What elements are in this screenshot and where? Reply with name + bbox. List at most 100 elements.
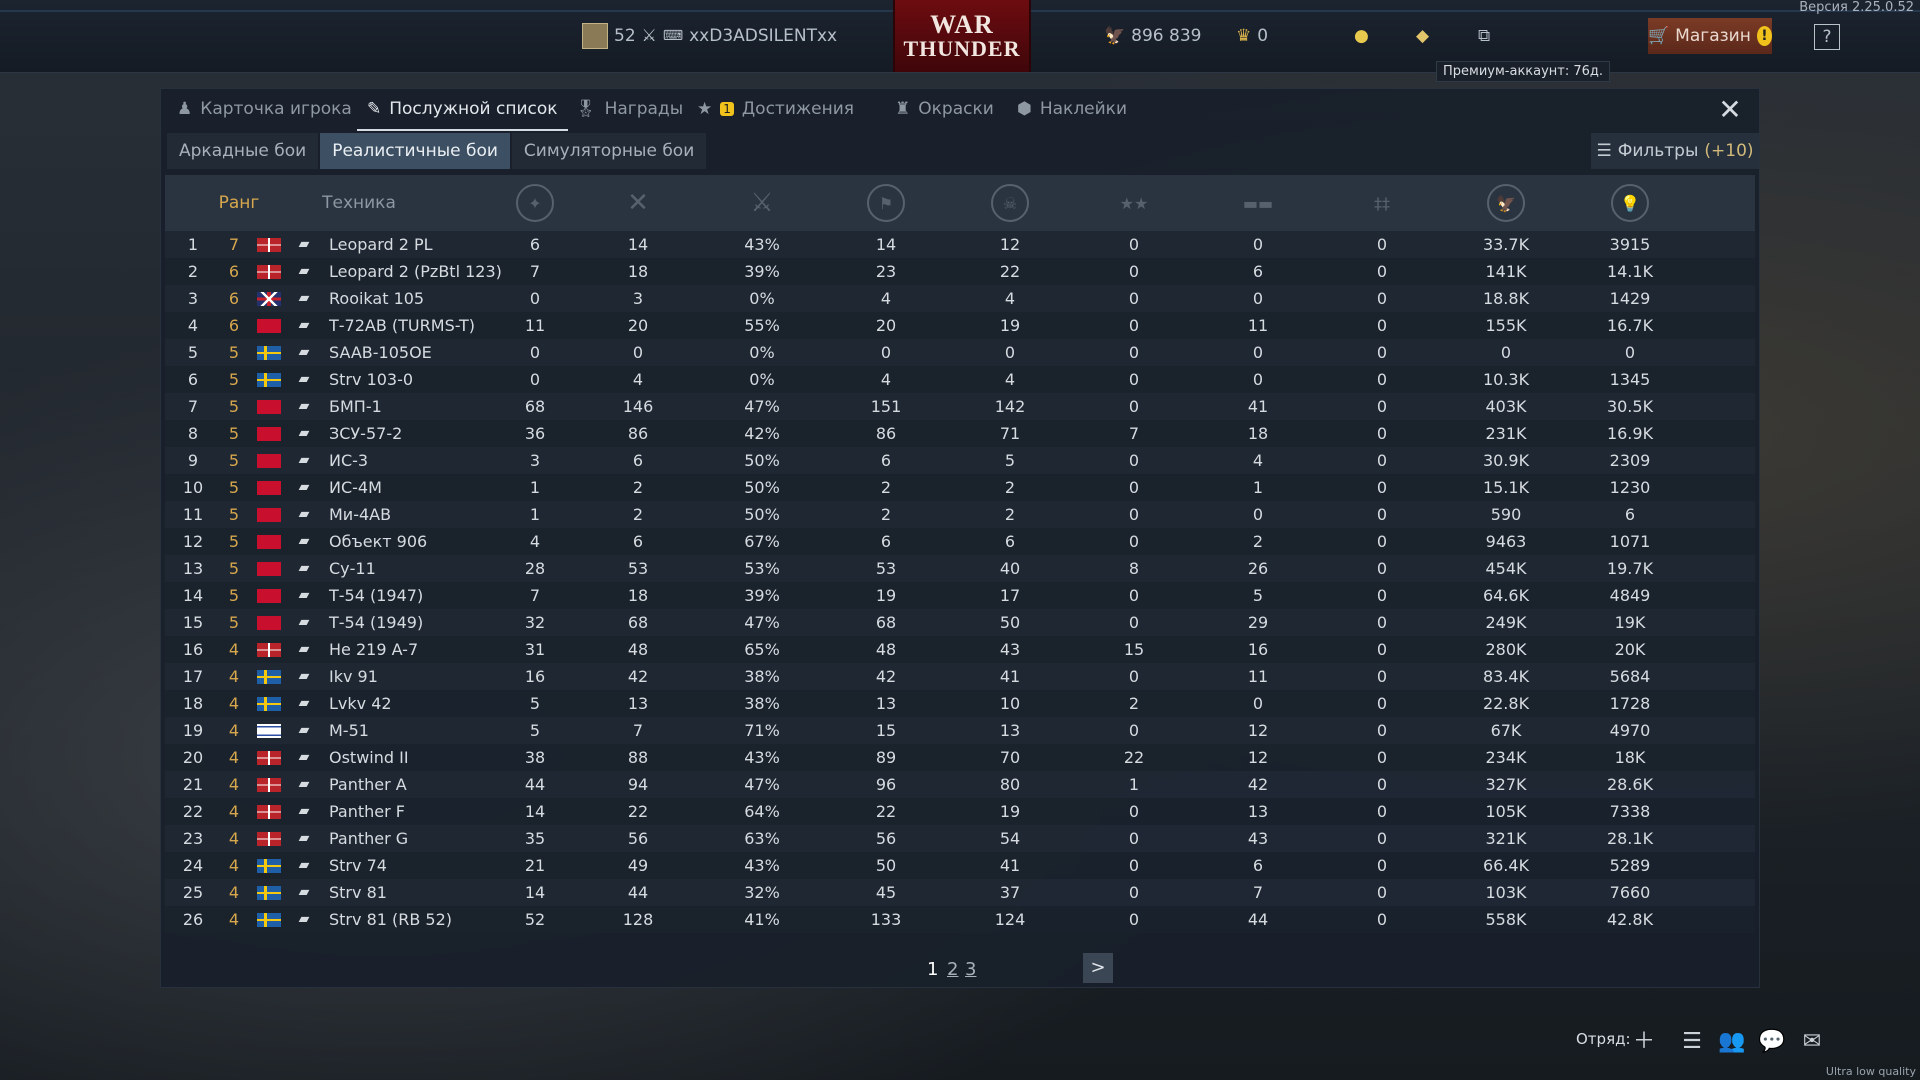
- table-row[interactable]: 8 5 ▰ ЗСУ-57-2 36 86 42% 86 71 7 18 0 231K 16.9K: [165, 420, 1755, 447]
- winrate-header-icon[interactable]: ⚔: [712, 175, 812, 231]
- table-row[interactable]: 7 5 ▰ БМП-1 68 146 47% 151 142 0 41 0 403K 30.5K: [165, 393, 1755, 420]
- air-kills-header-icon[interactable]: ★★: [1084, 175, 1184, 231]
- victories-header-icon[interactable]: ✦: [485, 175, 585, 231]
- chat-icon[interactable]: 💬: [1758, 1028, 1786, 1056]
- add-squad-member-icon[interactable]: ＋: [1630, 1028, 1658, 1056]
- row-number: 10: [182, 478, 204, 497]
- stat-cell: 16: [524, 667, 546, 686]
- table-row[interactable]: 16 4 ▰ He 219 A-7 31 48 65% 48 43 15 16 0 280K 20K: [165, 636, 1755, 663]
- shop-button[interactable]: 🛒 Магазин !: [1648, 18, 1772, 54]
- stat-cell: 4970: [1609, 721, 1651, 740]
- table-row[interactable]: 1 7 ▰ Leopard 2 PL 6 14 43% 14 12 0 0 0 33.7K 3915: [165, 231, 1755, 258]
- vehicle-header[interactable]: Техника: [299, 175, 419, 231]
- bottom-bar: Отряд: ＋ ☰ 👥 💬 ✉ Ultra low quality: [0, 1014, 1920, 1080]
- stat-cell: 7: [1252, 883, 1264, 902]
- table-row[interactable]: 2 6 ▰ Leopard 2 (PzBtl 123) 7 18 39% 23 22 0 6 0 141…: [165, 258, 1755, 285]
- table-row[interactable]: 13 5 ▰ Су-11 28 53 53% 53 40 8 26 0 454K 19.7K: [165, 555, 1755, 582]
- country-flag-icon: [257, 886, 281, 900]
- stat-cell: 7338: [1609, 802, 1651, 821]
- avatar[interactable]: [582, 23, 608, 49]
- vehicle-type-icon: ▰: [298, 695, 310, 711]
- table-row[interactable]: 25 4 ▰ Strv 81 14 44 32% 45 37 0 7 0 103K 7660: [165, 879, 1755, 906]
- tab-decals[interactable]: ⬢ Наклейки: [1017, 89, 1127, 129]
- stat-cell: 16.7K: [1606, 316, 1654, 335]
- deaths-header-icon[interactable]: ☠: [960, 175, 1060, 231]
- page-2[interactable]: 2: [947, 959, 958, 980]
- stat-cell: 43%: [744, 856, 780, 875]
- vehicle-type-icon: ▰: [298, 857, 310, 873]
- silver-balance[interactable]: 🦅 896 839: [1104, 20, 1201, 52]
- table-row[interactable]: 6 5 ▰ Strv 103-0 0 4 0% 4 4 0 0 0 10.3K 1345: [165, 366, 1755, 393]
- table-row[interactable]: 15 5 ▰ Т-54 (1949) 32 68 47% 68 50 0 29 0 249K 19K: [165, 609, 1755, 636]
- table-row[interactable]: 19 4 ▰ M-51 5 7 71% 15 13 0 12 0 67K 4970: [165, 717, 1755, 744]
- tab-skins[interactable]: ♜ Окраски: [895, 89, 994, 129]
- bulb-icon[interactable]: ●: [1354, 20, 1369, 52]
- gold-balance[interactable]: ♛ 0: [1236, 20, 1268, 52]
- table-row[interactable]: 24 4 ▰ Strv 74 21 49 43% 50 41 0 6 0 66.4K 5289: [165, 852, 1755, 879]
- vehicle-type-icon: ▰: [298, 911, 310, 927]
- table-row[interactable]: 18 4 ▰ Lvkv 42 5 13 38% 13 10 2 0 0 22.8K 1728: [165, 690, 1755, 717]
- stat-cell: 0: [1128, 910, 1140, 929]
- table-row[interactable]: 14 5 ▰ Т-54 (1947) 7 18 39% 19 17 0 5 0 64.6K 4849: [165, 582, 1755, 609]
- table-row[interactable]: 12 5 ▰ Объект 906 4 6 67% 6 6 0 2 0 9463 1071: [165, 528, 1755, 555]
- tab-awards[interactable]: 🎖 Награды: [575, 89, 683, 129]
- stat-cell: 19: [875, 586, 897, 605]
- mode-arcade[interactable]: Аркадные бои: [167, 133, 319, 169]
- table-row[interactable]: 4 6 ▰ Т-72АВ (TURMS-T) 11 20 55% 20 19 0 11 0 155K 16…: [165, 312, 1755, 339]
- table-row[interactable]: 5 5 ▰ SAAB-105OE 0 0 0% 0 0 0 0 0 0 0: [165, 339, 1755, 366]
- stat-cell: 2: [880, 478, 892, 497]
- stat-cell: 0: [1376, 343, 1388, 362]
- next-page-button[interactable]: >: [1083, 953, 1113, 983]
- service-record-window: ♟ Карточка игрока ✎ Послужной список 🎖 Н…: [160, 88, 1760, 988]
- contacts-icon[interactable]: 👥: [1718, 1028, 1746, 1056]
- tab-achievements[interactable]: ★ 1 Достижения: [697, 89, 854, 129]
- ground-kills-header-icon[interactable]: ▬▬: [1208, 175, 1308, 231]
- stat-cell: 0: [1500, 343, 1512, 362]
- stat-cell: 1: [529, 505, 541, 524]
- battles-header-icon[interactable]: ✕: [588, 175, 688, 231]
- war-thunder-logo[interactable]: WAR THUNDER: [893, 0, 1031, 72]
- table-row[interactable]: 20 4 ▰ Ostwind II 38 88 43% 89 70 22 12 0 234K 18K: [165, 744, 1755, 771]
- mode-realistic[interactable]: Реалистичные бои: [320, 133, 510, 169]
- premium-diamond-icon[interactable]: ◆: [1416, 20, 1429, 52]
- mode-simulator[interactable]: Симуляторные бои: [511, 133, 707, 169]
- naval-kills-header-icon[interactable]: ‡‡: [1332, 175, 1432, 231]
- stat-cell: 80: [999, 775, 1021, 794]
- page-3[interactable]: 3: [965, 959, 976, 980]
- stat-cell: 10: [999, 694, 1021, 713]
- stat-cell: 4: [880, 370, 892, 389]
- vehicle-rank: 5: [228, 370, 239, 389]
- country-flag-icon: [257, 373, 281, 387]
- stat-cell: 105K: [1485, 802, 1527, 821]
- stat-cell: 0: [1004, 343, 1016, 362]
- silver-earned-header-icon[interactable]: 🦅: [1456, 175, 1556, 231]
- filters-button[interactable]: ☰ Фильтры (+10): [1591, 133, 1759, 169]
- tab-player-card[interactable]: ♟ Карточка игрока: [177, 89, 352, 129]
- rank-header[interactable]: Ранг: [209, 175, 269, 231]
- player-info[interactable]: 52 ⚔ ⌨ xxD3ADSILENTxx: [582, 20, 837, 52]
- stat-cell: 43: [1247, 829, 1269, 848]
- tab-label: Послужной список: [389, 99, 558, 119]
- mail-icon[interactable]: ✉: [1798, 1028, 1826, 1056]
- table-row[interactable]: 9 5 ▰ ИС-3 3 6 50% 6 5 0 4 0 30.9K 2309: [165, 447, 1755, 474]
- help-button[interactable]: ?: [1814, 24, 1840, 50]
- table-row[interactable]: 22 4 ▰ Panther F 14 22 64% 22 19 0 13 0 105K 7338: [165, 798, 1755, 825]
- table-row[interactable]: 23 4 ▰ Panther G 35 56 63% 56 54 0 43 0 321K 28.1K: [165, 825, 1755, 852]
- page-1[interactable]: 1: [927, 959, 938, 980]
- research-earned-header-icon[interactable]: 💡: [1580, 175, 1680, 231]
- country-flag-icon: [257, 859, 281, 873]
- coupon-icon[interactable]: ⧉: [1478, 20, 1490, 52]
- table-row[interactable]: 11 5 ▰ Ми-4АВ 1 2 50% 2 2 0 0 0 590 6: [165, 501, 1755, 528]
- list-icon[interactable]: ☰: [1678, 1028, 1706, 1056]
- stat-cell: 6: [1004, 532, 1016, 551]
- respawns-header-icon[interactable]: ⚑: [836, 175, 936, 231]
- tab-service-record[interactable]: ✎ Послужной список: [357, 89, 568, 131]
- vehicle-rank: 7: [228, 235, 239, 254]
- table-row[interactable]: 26 4 ▰ Strv 81 (RB 52) 52 128 41% 133 124 0 44 0 558…: [165, 906, 1755, 933]
- table-row[interactable]: 10 5 ▰ ИС-4М 1 2 50% 2 2 0 1 0 15.1K 1230: [165, 474, 1755, 501]
- table-row[interactable]: 17 4 ▰ Ikv 91 16 42 38% 42 41 0 11 0 83.4K 5684: [165, 663, 1755, 690]
- table-row[interactable]: 3 6 ▰ Rooikat 105 0 3 0% 4 4 0 0 0 18.8K 1429: [165, 285, 1755, 312]
- stat-cell: 40: [999, 559, 1021, 578]
- table-row[interactable]: 21 4 ▰ Panther A 44 94 47% 96 80 1 42 0 327K 28.6K: [165, 771, 1755, 798]
- close-icon[interactable]: ✕: [1717, 96, 1743, 124]
